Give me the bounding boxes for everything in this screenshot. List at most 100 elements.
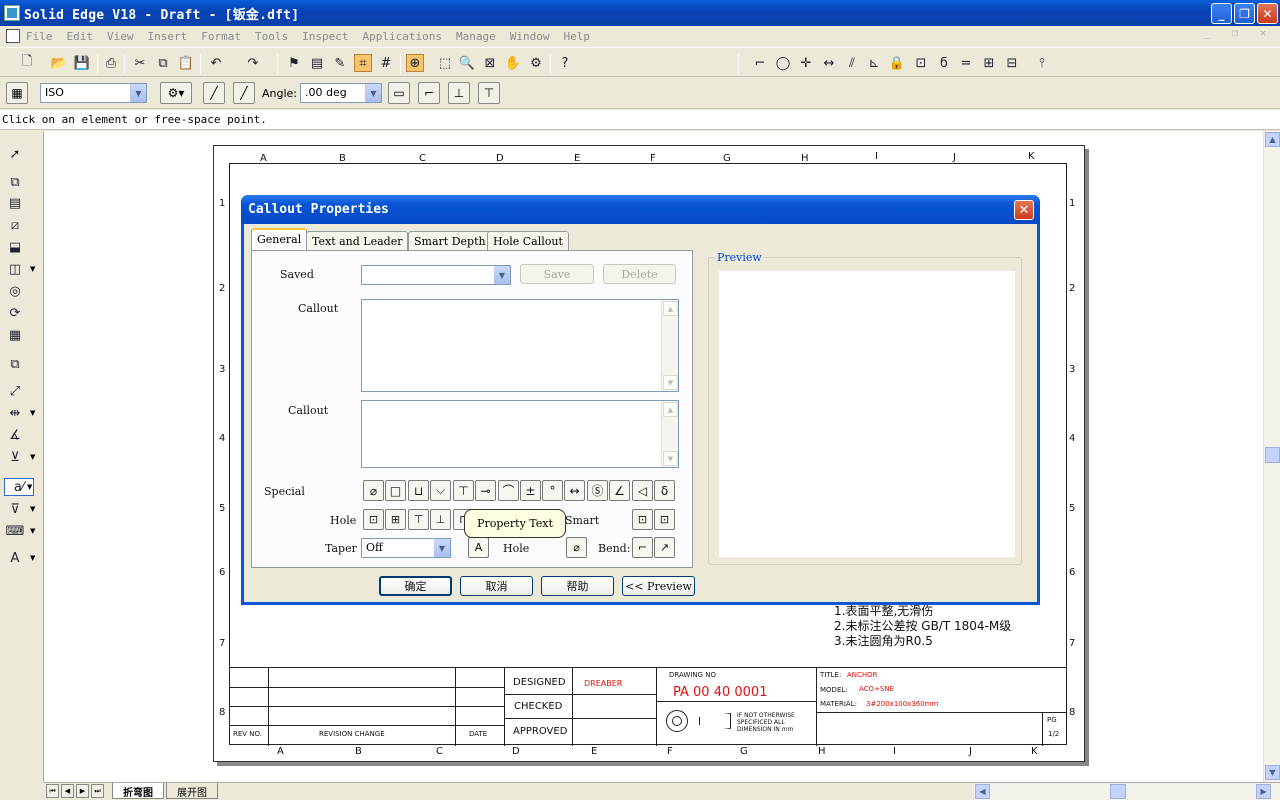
2d-view-icon[interactable]: ⧉ bbox=[6, 355, 24, 373]
scroll-up-icon[interactable]: ▲ bbox=[663, 402, 678, 417]
collinear-icon[interactable]: ⊟ bbox=[1003, 54, 1021, 72]
smart-depth-icon[interactable]: ⊡ bbox=[654, 509, 675, 530]
dialog-close-button[interactable]: ✕ bbox=[1014, 200, 1034, 220]
scroll-down-icon[interactable]: ▼ bbox=[663, 451, 678, 466]
callout-tool-icon[interactable]: a⁄ ▼ bbox=[4, 478, 34, 496]
spherical-symbol-button[interactable]: Ⓢ bbox=[587, 480, 608, 501]
drawing-view-icon[interactable]: ▦ bbox=[6, 326, 24, 344]
hole-property-icon[interactable]: ⊥ bbox=[430, 509, 451, 530]
mdi-window-controls[interactable]: _ ❐ ✕ bbox=[1204, 28, 1274, 39]
print-icon[interactable]: ⎙ bbox=[102, 54, 120, 72]
depth-symbol-button[interactable]: ⊤ bbox=[453, 480, 474, 501]
delta-symbol-button[interactable]: δ bbox=[654, 480, 675, 501]
menu-manage[interactable]: Manage bbox=[456, 30, 496, 43]
menu-tools[interactable]: Tools bbox=[255, 30, 288, 43]
close-window-button[interactable]: ✕ bbox=[1257, 3, 1278, 24]
restore-button[interactable]: ❐ bbox=[1234, 3, 1255, 24]
cut-icon[interactable]: ✂ bbox=[131, 54, 149, 72]
hscroll-thumb[interactable] bbox=[1110, 784, 1126, 799]
menu-view[interactable]: View bbox=[107, 30, 134, 43]
text-box-icon[interactable]: ▭ bbox=[388, 82, 410, 104]
slope-symbol-button[interactable]: ⊸ bbox=[475, 480, 496, 501]
dimension-style-select[interactable]: ISO ▼ bbox=[40, 83, 147, 103]
menu-inspect[interactable]: Inspect bbox=[302, 30, 348, 43]
horizontal-scrollbar[interactable]: ◀ ▶ bbox=[974, 783, 1280, 800]
pan-icon[interactable]: ✋ bbox=[504, 54, 522, 72]
hole-property-icon[interactable]: ⊞ bbox=[385, 509, 406, 530]
hole-parameter-icon[interactable]: ⌀ bbox=[566, 537, 587, 558]
lock-icon[interactable]: 🔒 bbox=[888, 54, 906, 72]
tab-smart-depth[interactable]: Smart Depth bbox=[408, 231, 492, 250]
smart-depth-icon[interactable]: ⊡ bbox=[632, 509, 653, 530]
chevron-down-icon[interactable]: ▼ bbox=[130, 84, 146, 102]
taper-select[interactable]: Off ▼ bbox=[361, 538, 451, 558]
saved-select[interactable]: ▼ bbox=[361, 265, 511, 285]
sheet-tab-bend[interactable]: 折弯图 bbox=[112, 783, 164, 799]
scroll-up-icon[interactable]: ▲ bbox=[663, 301, 678, 316]
prev-sheet-icon[interactable]: ◀ bbox=[61, 784, 74, 798]
callout-text-area-2[interactable]: ▲ ▼ bbox=[361, 400, 679, 468]
property-text-icon[interactable]: A bbox=[468, 537, 489, 558]
line-icon[interactable]: ⌐ bbox=[751, 54, 769, 72]
paste-icon[interactable]: 📋 bbox=[177, 54, 195, 72]
flag-icon[interactable]: ⚑ bbox=[285, 54, 303, 72]
section-view-icon[interactable]: ⬓ bbox=[6, 238, 24, 256]
first-sheet-icon[interactable]: ⏮ bbox=[46, 784, 59, 798]
new-icon[interactable]: 🗋 bbox=[18, 54, 36, 72]
circle-icon[interactable]: ◯ bbox=[774, 54, 792, 72]
angle-dimension-icon[interactable]: ∡ bbox=[6, 426, 24, 444]
chevron-down-icon[interactable]: ▼ bbox=[434, 539, 450, 557]
update-view-icon[interactable]: ⟳ bbox=[6, 304, 24, 322]
textarea-scrollbar[interactable]: ▲ ▼ bbox=[661, 300, 678, 391]
degree-symbol-button[interactable]: ° bbox=[542, 480, 563, 501]
counterbore-symbol-button[interactable]: ⊔ bbox=[408, 480, 429, 501]
sheet-setup-icon[interactable]: ▤ bbox=[308, 54, 326, 72]
cancel-button[interactable]: 取消 bbox=[460, 576, 533, 596]
textarea-scrollbar[interactable]: ▲ ▼ bbox=[661, 401, 678, 467]
arc-symbol-button[interactable]: ⌒ bbox=[498, 480, 519, 501]
tab-text-and-leader[interactable]: Text and Leader bbox=[306, 231, 409, 250]
chevron-down-icon[interactable]: ▼ bbox=[494, 266, 510, 284]
distance-dimension-icon[interactable]: ⇹ ▼ bbox=[6, 404, 36, 422]
solid-edge-app-icon[interactable] bbox=[4, 5, 20, 21]
menu-file[interactable]: File bbox=[26, 30, 53, 43]
feature-control-frame-icon[interactable]: ⊽ ▼ bbox=[6, 500, 35, 518]
style-options-button[interactable]: ⚙▾ bbox=[160, 82, 192, 104]
scroll-thumb[interactable] bbox=[1265, 447, 1280, 463]
undo-icon[interactable]: ↶ bbox=[207, 54, 225, 72]
angle-symbol-button[interactable]: ∠ bbox=[609, 480, 630, 501]
scroll-down-icon[interactable]: ▼ bbox=[1265, 765, 1280, 780]
leader-icon[interactable]: ⌐ bbox=[418, 82, 440, 104]
diameter-symbol-button[interactable]: ⌀ bbox=[363, 480, 384, 501]
bend-property-icon[interactable]: ↗ bbox=[654, 537, 675, 558]
plus-minus-symbol-button[interactable]: ± bbox=[520, 480, 541, 501]
document-icon[interactable] bbox=[6, 29, 20, 43]
last-sheet-icon[interactable]: ⏭ bbox=[91, 784, 104, 798]
perpendicular-icon[interactable]: ⊾ bbox=[865, 54, 883, 72]
detail-view-icon[interactable]: ◎ bbox=[6, 282, 24, 300]
select-tool-icon[interactable]: ➚ bbox=[6, 145, 24, 163]
sheet-tab-flat[interactable]: 展开图 bbox=[166, 783, 218, 799]
scroll-down-icon[interactable]: ▼ bbox=[663, 375, 678, 390]
preview-toggle-button[interactable]: << Preview bbox=[622, 576, 695, 596]
menu-help[interactable]: Help bbox=[563, 30, 590, 43]
line-style-icon[interactable]: ╱ bbox=[233, 82, 255, 104]
text-tool-icon[interactable]: A ▼ bbox=[6, 549, 36, 567]
chevron-down-icon[interactable]: ▼ bbox=[365, 84, 381, 102]
countersink-symbol-button[interactable]: ⌵ bbox=[430, 480, 451, 501]
help-button[interactable]: 帮助 bbox=[541, 576, 614, 596]
tab-hole-callout[interactable]: Hole Callout bbox=[487, 231, 569, 250]
open-icon[interactable]: 📂 bbox=[50, 54, 68, 72]
weld-symbol-icon[interactable]: ⌨ ▼ bbox=[6, 522, 36, 540]
fit-icon[interactable]: ⊠ bbox=[481, 54, 499, 72]
grid-icon[interactable]: # bbox=[377, 54, 395, 72]
draw-line-icon[interactable]: ╱ bbox=[203, 82, 225, 104]
equal-icon[interactable]: = bbox=[957, 54, 975, 72]
hole-property-icon[interactable]: ⊡ bbox=[363, 509, 384, 530]
ok-button[interactable]: 确定 bbox=[379, 576, 452, 596]
edit-sheet-icon[interactable]: ✎ bbox=[331, 54, 349, 72]
help-pointer-icon[interactable]: ? bbox=[556, 54, 574, 72]
copy-icon[interactable]: ⧉ bbox=[154, 54, 172, 72]
broken-view-icon[interactable]: ◫ ▼ bbox=[6, 260, 36, 278]
connect-icon[interactable]: ⊡ bbox=[912, 54, 930, 72]
